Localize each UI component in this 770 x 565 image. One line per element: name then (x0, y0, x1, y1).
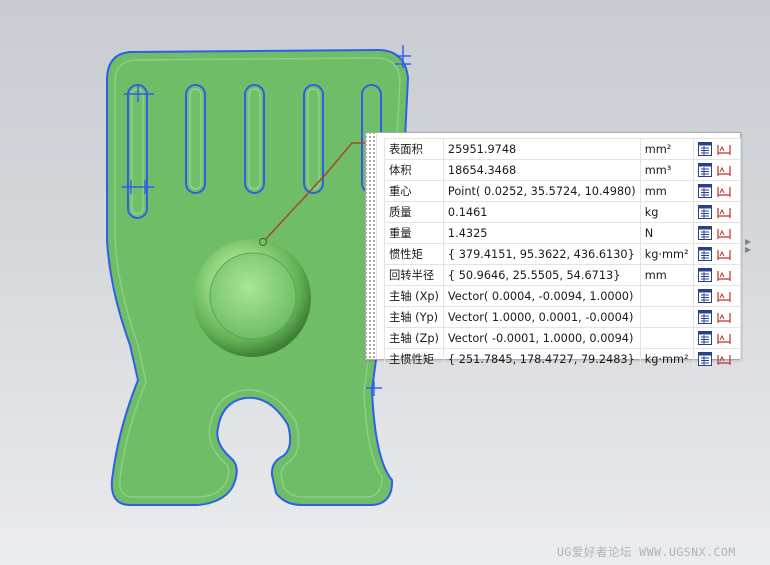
property-value: 25951.9748 (442, 138, 641, 160)
slot-3 (244, 84, 265, 194)
panel-drag-handle[interactable] (366, 133, 377, 359)
property-label: 主轴 (Yp) (384, 306, 444, 328)
property-actions (692, 159, 741, 181)
property-label: 主惯性矩 (384, 348, 444, 370)
property-unit: kg (639, 201, 694, 223)
export-to-spreadsheet-icon[interactable] (697, 163, 712, 177)
slot-4 (303, 84, 324, 194)
property-actions (692, 348, 741, 370)
property-row[interactable]: 重量 1.4325 N (384, 222, 741, 244)
watermark-text: UG爱好者论坛 WWW.UGSNX.COM (557, 545, 736, 559)
property-unit: mm³ (639, 159, 694, 181)
panel-expand-arrows-icon[interactable] (744, 236, 752, 258)
property-unit (639, 327, 694, 349)
property-value: Vector( 1.0000, 0.0001, -0.0004) (442, 306, 641, 328)
property-row[interactable]: 主轴 (Yp) Vector( 1.0000, 0.0001, -0.0004) (384, 306, 741, 328)
export-to-spreadsheet-icon[interactable] (697, 142, 712, 156)
property-unit: kg·mm² (639, 348, 694, 370)
property-label: 质量 (384, 201, 444, 223)
slot-1 (127, 84, 148, 219)
export-to-spreadsheet-icon[interactable] (697, 289, 712, 303)
measure-properties-panel[interactable]: 表面积 25951.9748 mm² 体积 18654.3468 mm³ 重心 Point( … (365, 132, 741, 370)
property-label: 惯性矩 (384, 243, 444, 265)
property-value: 1.4325 (442, 222, 641, 244)
measure-dimension-icon[interactable] (716, 247, 731, 261)
property-label: 表面积 (384, 138, 444, 160)
measure-dimension-icon[interactable] (716, 142, 731, 156)
center-of-mass-point (259, 238, 267, 246)
property-label: 主轴 (Zp) (384, 327, 444, 349)
measure-dimension-icon[interactable] (716, 205, 731, 219)
crosshair-marker-icon (395, 45, 411, 68)
measure-dimension-icon[interactable] (716, 268, 731, 282)
property-label: 体积 (384, 159, 444, 181)
measure-dimension-icon[interactable] (716, 310, 731, 324)
property-label: 重量 (384, 222, 444, 244)
properties-table: 表面积 25951.9748 mm² 体积 18654.3468 mm³ 重心 Point( … (384, 138, 741, 370)
export-to-spreadsheet-icon[interactable] (697, 247, 712, 261)
property-row[interactable]: 惯性矩{ 379.4151, 95.3622, 436.6130} kg·mm² (384, 243, 741, 265)
export-to-spreadsheet-icon[interactable] (697, 205, 712, 219)
cylindrical-boss[interactable] (193, 239, 311, 357)
measure-dimension-icon[interactable] (716, 184, 731, 198)
property-row[interactable]: 回转半径{ 50.9646, 25.5505, 54.6713} mm (384, 264, 741, 286)
measure-dimension-icon[interactable] (716, 163, 731, 177)
measure-dimension-icon[interactable] (716, 289, 731, 303)
measure-dimension-icon[interactable] (716, 352, 731, 366)
property-row[interactable]: 表面积 25951.9748 mm² (384, 138, 741, 160)
property-actions (692, 138, 741, 160)
property-actions (692, 285, 741, 307)
property-row[interactable]: 主轴 (Zp) Vector( -0.0001, 1.0000, 0.0094) (384, 327, 741, 349)
export-to-spreadsheet-icon[interactable] (697, 268, 712, 282)
slot-2 (185, 84, 206, 194)
export-to-spreadsheet-icon[interactable] (697, 310, 712, 324)
export-to-spreadsheet-icon[interactable] (697, 184, 712, 198)
property-label: 主轴 (Xp) (384, 285, 444, 307)
export-to-spreadsheet-icon[interactable] (697, 331, 712, 345)
property-row[interactable]: 主惯性矩{ 251.7845, 178.4727, 79.2483} kg·mm² (384, 348, 741, 370)
property-value: 18654.3468 (442, 159, 641, 181)
property-unit: mm² (639, 138, 694, 160)
property-row[interactable]: 主轴 (Xp) Vector( 0.0004, -0.0094, 1.0000) (384, 285, 741, 307)
property-row[interactable]: 体积 18654.3468 mm³ (384, 159, 741, 181)
property-unit: N (639, 222, 694, 244)
property-actions (692, 201, 741, 223)
property-row[interactable]: 重心 Point( 0.0252, 35.5724, 10.4980) mm (384, 180, 741, 202)
property-actions (692, 327, 741, 349)
property-label: 重心 (384, 180, 444, 202)
property-unit: kg·mm² (639, 243, 694, 265)
measure-dimension-icon[interactable] (716, 331, 731, 345)
property-actions (692, 180, 741, 202)
property-unit (639, 285, 694, 307)
property-unit (639, 306, 694, 328)
property-value: 0.1461 (442, 201, 641, 223)
property-value: { 379.4151, 95.3622, 436.6130} (442, 243, 641, 265)
property-value: { 50.9646, 25.5505, 54.6713} (442, 264, 641, 286)
property-row[interactable]: 质量 0.1461 kg (384, 201, 741, 223)
property-actions (692, 243, 741, 265)
property-value: Vector( -0.0001, 1.0000, 0.0094) (442, 327, 641, 349)
property-unit: mm (639, 180, 694, 202)
property-unit: mm (639, 264, 694, 286)
export-to-spreadsheet-icon[interactable] (697, 226, 712, 240)
property-actions (692, 264, 741, 286)
property-value: { 251.7845, 178.4727, 79.2483} (442, 348, 641, 370)
property-actions (692, 222, 741, 244)
property-value: Point( 0.0252, 35.5724, 10.4980) (442, 180, 641, 202)
property-value: Vector( 0.0004, -0.0094, 1.0000) (442, 285, 641, 307)
property-actions (692, 306, 741, 328)
export-to-spreadsheet-icon[interactable] (697, 352, 712, 366)
property-label: 回转半径 (384, 264, 444, 286)
measure-dimension-icon[interactable] (716, 226, 731, 240)
